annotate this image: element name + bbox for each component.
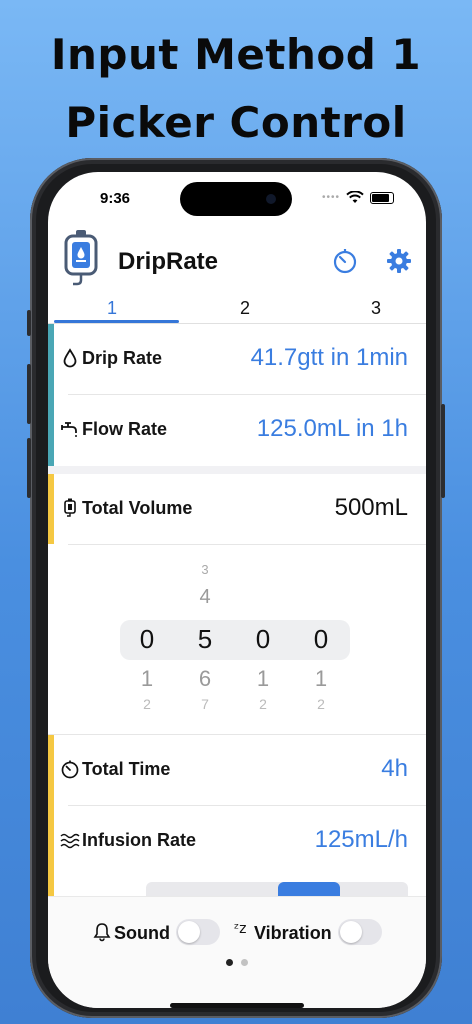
picker-value: 1 [314,666,328,691]
status-time: 9:36 [100,190,131,207]
page-dot[interactable] [241,959,248,966]
infusion-rate-label: Infusion Rate [82,830,197,850]
power-button [441,404,445,498]
volume-up-button [27,364,31,424]
signal-dots-icon: •••• [321,192,340,203]
picker-value: 4 [199,586,211,608]
page-dot-active[interactable] [226,959,233,966]
picker-column-2[interactable]: 3 4 5 6 7 [185,556,225,724]
drop-icon [63,348,77,368]
picker-selected-value: 0 [313,624,329,654]
toggle-knob [178,921,200,943]
iv-bag-icon [64,498,76,517]
total-time-label: Total Time [82,759,171,779]
picker-column-4[interactable]: 0 1 2 [301,556,341,724]
headline-line-2: Picker Control [65,98,407,147]
bell-icon [93,923,111,942]
toggle-knob [340,921,362,943]
picker-value: 6 [198,666,212,691]
total-volume-label: Total Volume [82,498,193,518]
tab-2[interactable]: 2 [225,298,265,319]
timer-icon[interactable] [332,248,358,274]
status-icons: •••• [322,191,394,204]
home-indicator[interactable] [170,1003,304,1008]
infusion-rate-value[interactable]: 125mL/h [315,826,408,854]
picker-column-3[interactable]: 0 1 2 [243,556,283,724]
segmented-control[interactable] [146,882,408,896]
total-volume-row[interactable]: Total Volume 500mL [56,474,426,544]
battery-icon [370,191,394,204]
picker-selected-value: 0 [255,624,271,654]
volume-picker[interactable]: 0 1 2 3 4 5 6 7 0 1 2 0 1 2 [48,556,426,724]
tab-3[interactable]: 3 [356,298,396,319]
section-gap [48,466,426,474]
bottom-bar: Sound ᶻz Vibration [48,896,426,1008]
dynamic-island [180,182,292,216]
picker-value: 1 [256,666,270,691]
picker-selected-value: 5 [197,624,213,654]
infusion-rate-row[interactable]: Infusion Rate 125mL/h [56,806,426,876]
flow-rate-value[interactable]: 125.0mL in 1h [257,415,408,443]
tab-1[interactable]: 1 [92,298,132,319]
volume-down-button [27,438,31,498]
rate-accent-bar [48,324,54,466]
total-volume-value[interactable]: 500mL [335,494,408,522]
sound-toggle[interactable] [176,919,220,945]
faucet-icon [61,422,77,437]
rate-section: Drip Rate 41.7gtt in 1min Flow Rate 125.… [48,324,426,466]
picker-value: 2 [143,696,151,712]
vibration-toggle[interactable] [338,919,382,945]
volume-section: Total Volume 500mL [48,474,426,544]
gear-icon[interactable] [386,248,412,274]
timer-icon [61,760,79,779]
segmented-control-active[interactable] [278,882,340,896]
volume-accent-bar [48,474,54,544]
picker-column-1[interactable]: 0 1 2 [127,556,167,724]
picker-value: 3 [201,562,209,577]
time-section: Total Time 4h Infusion Rate 125mL/h [48,735,426,897]
picker-selected-value: 0 [139,624,155,654]
drip-rate-row[interactable]: Drip Rate 41.7gtt in 1min [56,324,426,394]
mute-switch [27,310,31,336]
app-title: DripRate [118,248,219,275]
sleep-zzz-icon: ᶻz [234,921,247,937]
flow-rate-row[interactable]: Flow Rate 125.0mL in 1h [56,395,426,465]
drip-rate-value[interactable]: 41.7gtt in 1min [251,344,408,372]
headline-line-1: Input Method 1 [50,30,422,79]
picker-value: 7 [201,696,209,712]
total-time-value[interactable]: 4h [381,755,408,783]
picker-value: 1 [140,666,154,691]
row-separator [68,544,426,545]
picker-value: 2 [317,696,325,712]
wifi-icon [346,191,364,203]
vibration-label: Vibration [254,923,332,943]
total-time-row[interactable]: Total Time 4h [56,735,426,805]
drip-rate-label: Drip Rate [82,348,163,368]
waves-icon [60,833,80,849]
time-accent-bar [48,735,54,897]
camera-icon [266,194,276,204]
method-tabs: 1 2 3 [48,294,426,324]
app-screen: 9:36 •••• DripRate 1 2 3 Drip Rate 41.7g… [48,172,426,1008]
flow-rate-label: Flow Rate [82,419,168,439]
picker-value: 2 [259,696,267,712]
sound-label: Sound [114,923,170,943]
app-logo-iv-bag-icon [64,230,98,286]
